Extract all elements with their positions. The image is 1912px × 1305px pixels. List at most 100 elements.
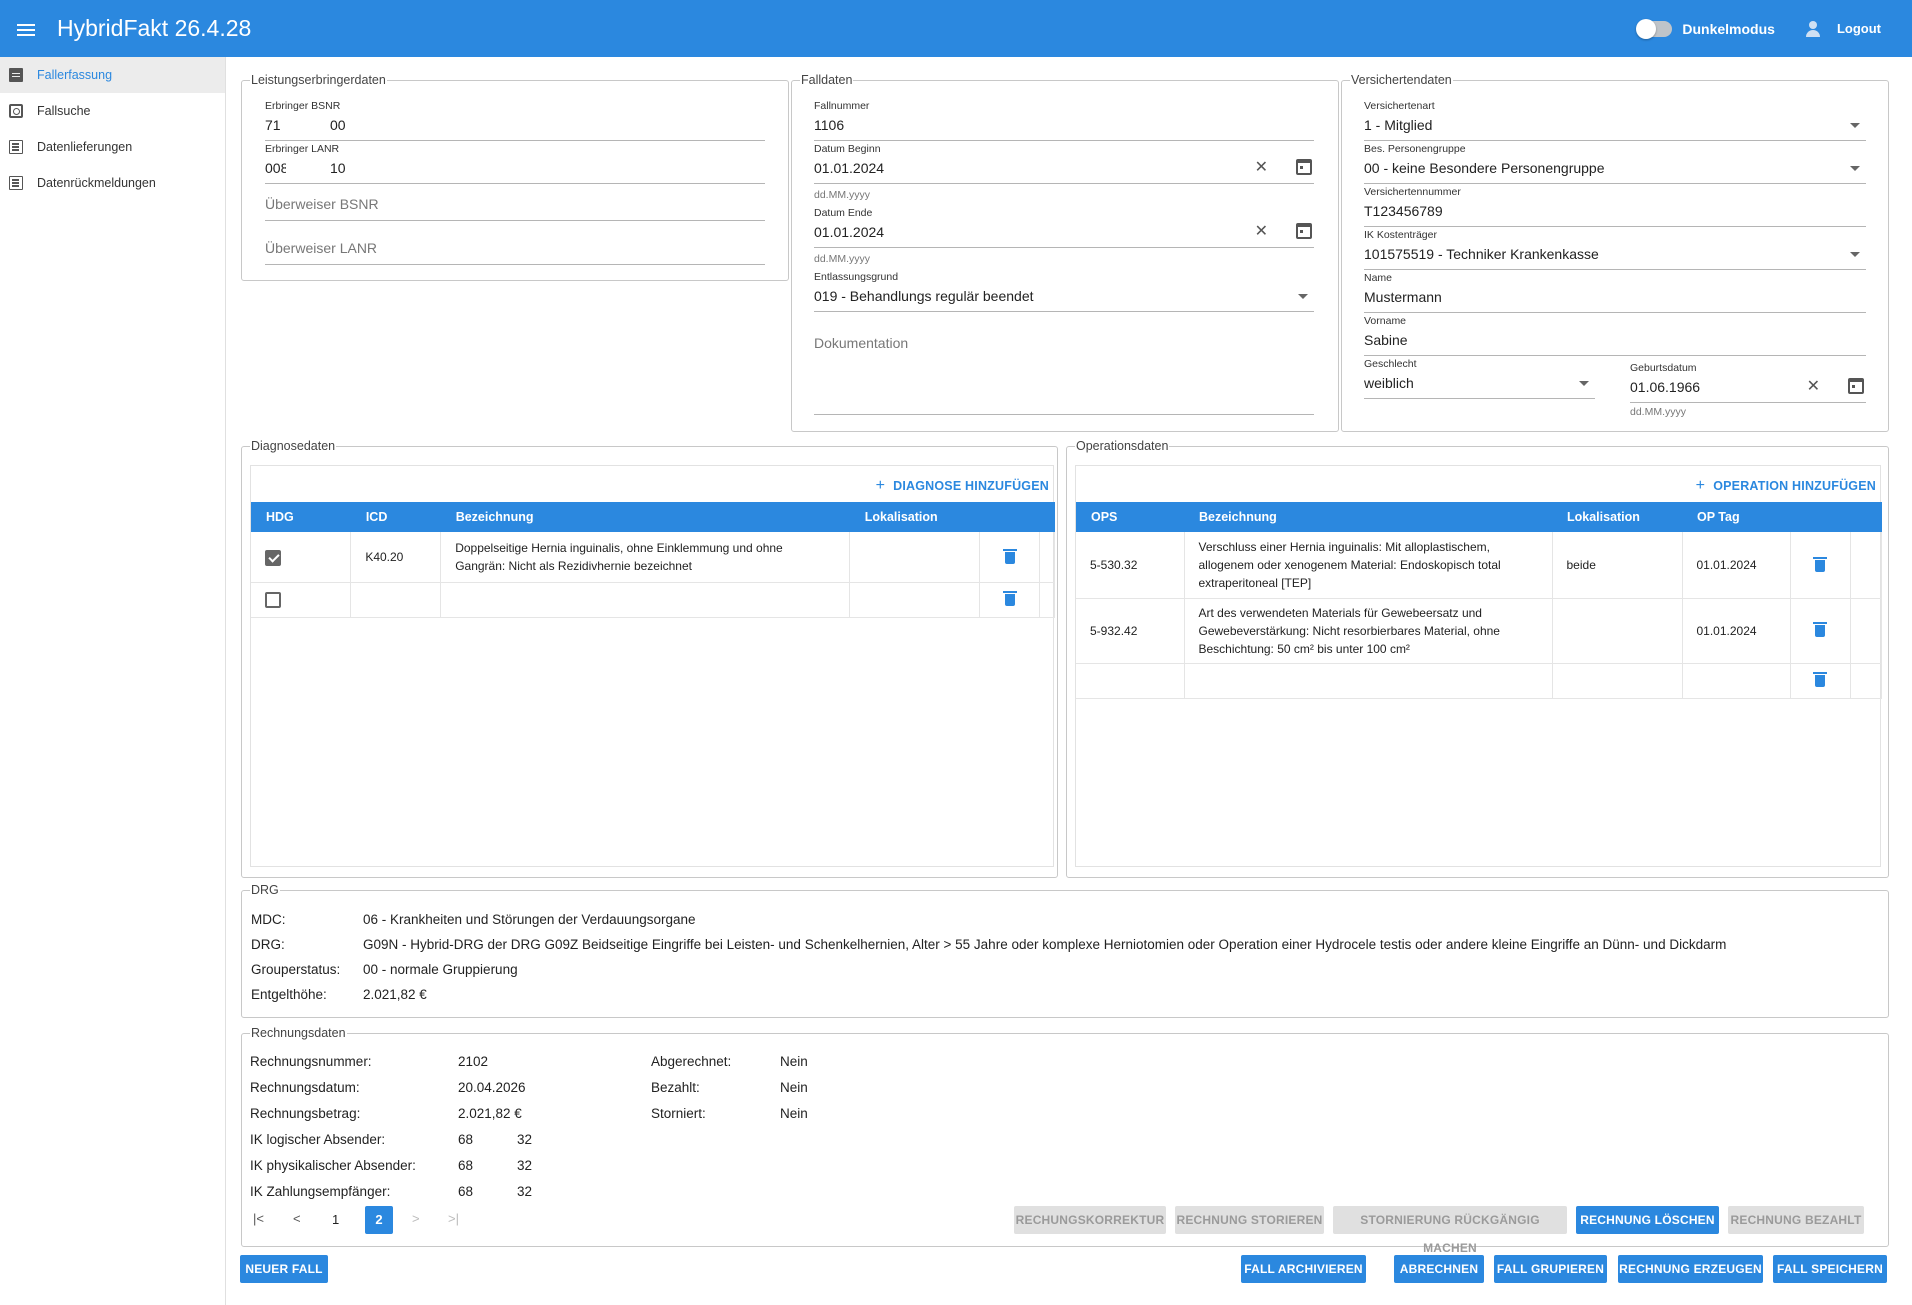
abrechnen-button[interactable]: ABRECHNEN	[1394, 1255, 1484, 1283]
geschlecht-select[interactable]: weiblich	[1364, 371, 1595, 399]
last-page-icon[interactable]: >|	[448, 1211, 459, 1226]
section-legend: Rechnungsdaten	[250, 1026, 347, 1040]
trash-icon[interactable]	[1813, 556, 1827, 572]
ik-physikalisch-value-b: 32	[517, 1158, 533, 1173]
calendar-icon[interactable]	[1296, 223, 1312, 239]
list-icon	[9, 140, 23, 154]
rechnung-bezahlt-button[interactable]: RECHNUNG BEZAHLT	[1728, 1206, 1864, 1234]
ik-logisch-value-a: 68	[458, 1132, 474, 1147]
ik-zahlung-value-a: 68	[458, 1184, 474, 1199]
rechnung-loeschen-button[interactable]: RECHNUNG LÖSCHEN	[1576, 1206, 1719, 1234]
op-tag-cell: 01.01.2024	[1682, 532, 1791, 599]
lokalisation-cell	[1552, 598, 1683, 664]
chevron-down-icon[interactable]	[1850, 252, 1860, 257]
rechnungskorrektur-button[interactable]: RECHUNGSKORREKTUR	[1014, 1206, 1166, 1234]
add-diagnose-button[interactable]: + DIAGNOSE HINZUFÜGEN	[876, 477, 1049, 495]
add-operation-button[interactable]: + OPERATION HINZUFÜGEN	[1696, 477, 1876, 495]
grouperstatus-row: Grouperstatus: 00 - normale Gruppierung	[251, 962, 518, 977]
section-legend: Leistungserbringerdaten	[250, 73, 387, 87]
sidebar-item-label: Fallerfassung	[37, 68, 113, 82]
plus-icon: +	[875, 477, 886, 494]
versichertenart-label: Versichertenart	[1364, 100, 1435, 112]
drg-section: DRG MDC: 06 - Krankheiten und Störungen d…	[241, 883, 1889, 1018]
section-legend: Operationsdaten	[1075, 439, 1170, 453]
entlassung-select[interactable]: 019 - Behandlungs regulär beendet	[814, 284, 1314, 312]
neuer-fall-button[interactable]: NEUER FALL	[240, 1255, 328, 1283]
trash-icon[interactable]	[1002, 591, 1017, 607]
beginn-field[interactable]: 01.01.2024 ✕	[814, 156, 1314, 184]
checkbox-icon[interactable]	[265, 549, 281, 566]
section-legend: Versichertendaten	[1350, 73, 1453, 87]
trash-icon[interactable]	[1813, 622, 1827, 638]
dark-mode-toggle[interactable]	[1636, 18, 1673, 39]
chevron-down-icon[interactable]	[1850, 166, 1860, 171]
mdc-label: MDC:	[251, 912, 286, 927]
spacer-cell	[1850, 532, 1882, 599]
column-header-op-tag: OP Tag	[1682, 502, 1790, 532]
search-icon	[9, 104, 23, 118]
clear-icon[interactable]: ✕	[1807, 378, 1820, 396]
trash-icon[interactable]	[1813, 672, 1827, 688]
bsnr-field[interactable]: 71 00	[265, 113, 765, 141]
stornierung-rueckgaengig-button[interactable]: STORNIERUNG RÜCKGÄNGIG MACHEN	[1333, 1206, 1567, 1255]
rechnung-erzeugen-button[interactable]: RECHNUNG ERZEUGEN	[1618, 1255, 1763, 1283]
diagnose-table-container: + DIAGNOSE HINZUFÜGEN HDG ICD Bezeichnung…	[250, 465, 1055, 867]
lanr-label: Erbringer LANR	[265, 143, 340, 155]
section-legend: Falldaten	[800, 73, 854, 87]
column-header-bezeichnung: Bezeichnung	[1184, 502, 1552, 532]
name-field[interactable]: Mustermann	[1364, 285, 1866, 313]
vorname-field[interactable]: Sabine	[1364, 328, 1866, 356]
ik-kostentraeger-select[interactable]: 101575519 - Techniker Krankenkasse	[1364, 242, 1866, 270]
spacer-cell	[1039, 582, 1055, 618]
sidebar-item-fallsuche[interactable]: Fallsuche	[0, 93, 225, 129]
lokalisation-cell	[849, 582, 981, 618]
versichertennummer-field[interactable]: T123456789	[1364, 199, 1866, 227]
calendar-icon[interactable]	[1848, 378, 1864, 394]
rechnungsnummer-row: Rechnungsnummer: 2102	[250, 1054, 488, 1069]
sidebar-item-datenrueckmeldungen[interactable]: Datenrückmeldungen	[0, 165, 225, 201]
plus-icon: +	[1695, 477, 1706, 494]
fall-archivieren-button[interactable]: FALL ARCHIVIEREN	[1241, 1255, 1366, 1283]
beginn-label: Datum Beginn	[814, 143, 881, 155]
versichertendaten-section: Versichertendaten Versichertenart 1 - Mi…	[1341, 73, 1889, 432]
calendar-icon[interactable]	[1296, 159, 1312, 175]
menu-icon[interactable]	[17, 21, 37, 37]
ik-zahlung-row: IK Zahlungsempfänger: 68 32	[250, 1184, 532, 1199]
bsnr-value-a: 71	[265, 117, 281, 133]
page-2-button[interactable]: 2	[365, 1206, 393, 1234]
geburtsdatum-field[interactable]: 01.06.1966 ✕	[1630, 375, 1866, 403]
section-legend: Diagnosedaten	[250, 439, 337, 453]
rechnungsnummer-label: Rechnungsnummer:	[250, 1054, 372, 1069]
rechnung-stornieren-button[interactable]: RECHNUNG STORIEREN	[1175, 1206, 1324, 1234]
dokumentation-field[interactable]: Dokumentation	[814, 335, 1314, 415]
fallnummer-field[interactable]: 1106	[814, 113, 1314, 141]
trash-icon[interactable]	[1002, 548, 1017, 564]
sidebar-item-datenlieferungen[interactable]: Datenlieferungen	[0, 129, 225, 165]
page-1-button[interactable]: 1	[332, 1212, 339, 1227]
chevron-down-icon[interactable]	[1298, 294, 1308, 299]
ueberweiser-bsnr-field[interactable]: Überweiser BSNR	[265, 177, 765, 221]
logout-button[interactable]: Logout	[1837, 21, 1881, 36]
ende-field[interactable]: 01.01.2024 ✕	[814, 220, 1314, 248]
fall-speichern-button[interactable]: FALL SPEICHERN	[1773, 1255, 1887, 1283]
chevron-down-icon[interactable]	[1579, 381, 1589, 386]
geschlecht-value: weiblich	[1364, 375, 1414, 391]
clear-icon[interactable]: ✕	[1255, 159, 1268, 177]
chevron-down-icon[interactable]	[1850, 123, 1860, 128]
rechnungsdatum-row: Rechnungsdatum: 20.04.2026	[250, 1080, 526, 1095]
dark-mode-label: Dunkelmodus	[1682, 20, 1775, 37]
clear-icon[interactable]: ✕	[1255, 223, 1268, 241]
first-page-icon[interactable]: |<	[253, 1211, 264, 1226]
prev-page-icon[interactable]: <	[293, 1211, 301, 1226]
next-page-icon[interactable]: >	[412, 1211, 420, 1226]
sidebar-item-label: Datenlieferungen	[37, 140, 133, 154]
versichertenart-select[interactable]: 1 - Mitglied	[1364, 113, 1866, 141]
column-header-spacer	[1039, 502, 1055, 532]
sidebar-item-fallerfassung[interactable]: Fallerfassung	[0, 57, 225, 93]
ueberweiser-lanr-field[interactable]: Überweiser LANR	[265, 221, 765, 265]
personengruppe-select[interactable]: 00 - keine Besondere Personengruppe	[1364, 156, 1866, 184]
table-row: 5-932.42 Art des verwendeten Materials f…	[1076, 598, 1882, 664]
checkbox-icon[interactable]	[265, 592, 281, 609]
fall-grupieren-button[interactable]: FALL GRUPIEREN	[1494, 1255, 1607, 1283]
bezahlt-row: Bezahlt: Nein	[651, 1080, 808, 1095]
